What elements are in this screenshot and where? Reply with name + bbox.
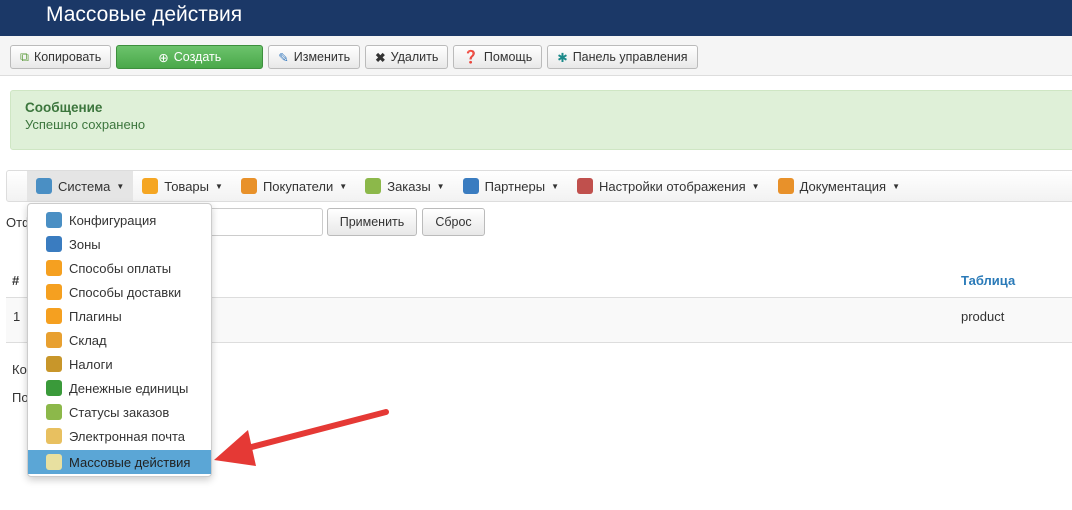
item-label: Зоны [69, 236, 101, 252]
item-icon [46, 404, 62, 420]
delete-button[interactable]: ✖ Удалить [365, 45, 449, 69]
menu-icon [365, 178, 382, 194]
menu-icon [576, 178, 593, 194]
item-label: Налоги [69, 356, 113, 372]
column-table[interactable]: Таблица [961, 273, 1015, 288]
menu-label: Система [58, 178, 111, 194]
dropdown-item-6[interactable]: Налоги [28, 352, 211, 376]
menu-label: Партнеры [484, 178, 546, 194]
menu-item-0[interactable]: Система ▼ [27, 171, 134, 201]
item-icon [46, 356, 62, 372]
message-text: Успешно сохранено [25, 117, 146, 132]
menu-item-6[interactable]: Документация ▼ [769, 171, 909, 201]
copy-icon: ⧉ [20, 49, 29, 64]
dropdown-item-0[interactable]: Конфигурация [28, 208, 211, 232]
success-message: Сообщение Успешно сохранено [10, 90, 1072, 150]
filter-input[interactable] [205, 208, 323, 236]
dropdown-item-2[interactable]: Способы оплаты [28, 256, 211, 280]
item-label: Денежные единицы [69, 380, 189, 396]
dropdown-item-3[interactable]: Способы доставки [28, 280, 211, 304]
edit-label: Изменить [293, 50, 351, 64]
item-label: Склад [69, 332, 107, 348]
menu-item-1[interactable]: Товары ▼ [133, 171, 232, 201]
menu-icon [462, 178, 479, 194]
plus-circle-icon: ⊕ [158, 50, 169, 65]
item-label: Статусы заказов [69, 404, 170, 420]
item-label: Конфигурация [69, 212, 157, 228]
help-button[interactable]: ❓ Помощь [453, 45, 543, 69]
menu-item-5[interactable]: Настройки отображения ▼ [568, 171, 769, 201]
menu-item-4[interactable]: Партнеры ▼ [454, 171, 568, 201]
edit-button[interactable]: ✎ Изменить [268, 45, 361, 69]
dropdown-item-4[interactable]: Плагины [28, 304, 211, 328]
red-arrow-annotation [214, 409, 389, 466]
help-label: Помощь [483, 50, 533, 64]
apply-label: Применить [339, 215, 405, 229]
item-label: Плагины [69, 308, 122, 324]
item-icon [46, 260, 62, 276]
menu-icon [36, 178, 52, 194]
menu-item-3[interactable]: Заказы ▼ [356, 171, 453, 201]
reset-button[interactable]: Сброс [422, 208, 485, 236]
system-dropdown-menu: Конфигурация Зоны Способы оплаты Способы до… [27, 203, 212, 477]
menu-icon [142, 178, 159, 194]
item-label: Электронная почта [69, 428, 186, 444]
menu-label: Товары [164, 178, 210, 194]
copy-button[interactable]: ⧉ Копировать [10, 45, 112, 69]
column-number: # [12, 273, 20, 288]
item-icon [46, 212, 62, 228]
create-button[interactable]: ⊕ Создать [116, 45, 264, 69]
delete-label: Удалить [390, 50, 439, 64]
item-label: Способы доставки [69, 284, 182, 300]
edit-icon: ✎ [278, 50, 289, 65]
menu-label: Настройки отображения [598, 178, 746, 194]
apply-button[interactable]: Применить [327, 208, 417, 236]
dropdown-item-5[interactable]: Склад [28, 328, 211, 352]
copy-label: Копировать [33, 50, 102, 64]
page-header: Массовые действия [0, 0, 1072, 36]
menu-icon [240, 178, 257, 194]
menu-item-2[interactable]: Покупатели ▼ [232, 171, 356, 201]
menu-label: Документация [799, 178, 887, 194]
main-menu: Система ▼ Товары ▼ Покупатели ▼ Заказы ▼ Партнер… [6, 170, 1072, 202]
toolbar: ⧉ Копировать ⊕ Создать ✎ Изменить ✖ Удалить … [0, 36, 1072, 76]
caret-down-icon: ▼ [215, 181, 223, 191]
close-icon: ✖ [375, 50, 386, 65]
caret-down-icon: ▼ [116, 181, 125, 191]
caret-down-icon: ▼ [751, 181, 760, 191]
panel-label: Панель управления [572, 50, 688, 64]
item-icon [46, 236, 62, 252]
caret-down-icon: ▼ [339, 181, 348, 191]
question-icon: ❓ [463, 49, 479, 64]
row-table: product [961, 309, 1005, 324]
menu-label: Покупатели [262, 178, 334, 194]
item-icon [46, 332, 62, 348]
page-title: Массовые действия [46, 3, 243, 26]
caret-down-icon: ▼ [892, 181, 900, 191]
item-icon [46, 284, 62, 300]
dropdown-item-7[interactable]: Денежные единицы [28, 376, 211, 400]
item-icon [46, 380, 62, 396]
create-label: Создать [173, 50, 222, 64]
menu-label: Заказы [387, 178, 431, 194]
message-title: Сообщение [25, 100, 103, 115]
dropdown-item-8[interactable]: Статусы заказов [28, 400, 211, 424]
control-panel-button[interactable]: ✱ Панель управления [547, 45, 698, 69]
dropdown-item-10[interactable]: Массовые действия [28, 450, 211, 474]
asterisk-icon: ✱ [557, 50, 568, 65]
dropdown-item-1[interactable]: Зоны [28, 232, 211, 256]
item-icon [46, 308, 62, 324]
item-icon [46, 454, 62, 470]
item-label: Способы оплаты [69, 260, 172, 276]
caret-down-icon: ▼ [436, 181, 445, 191]
text-fragment: Ко [12, 362, 27, 377]
dropdown-item-9[interactable]: Электронная почта [28, 424, 211, 448]
item-label: Массовые действия [69, 454, 191, 470]
reset-label: Сброс [435, 215, 472, 229]
menu-icon [777, 178, 794, 194]
caret-down-icon: ▼ [551, 181, 559, 191]
item-icon [46, 428, 62, 444]
row-number: 1 [13, 309, 21, 324]
